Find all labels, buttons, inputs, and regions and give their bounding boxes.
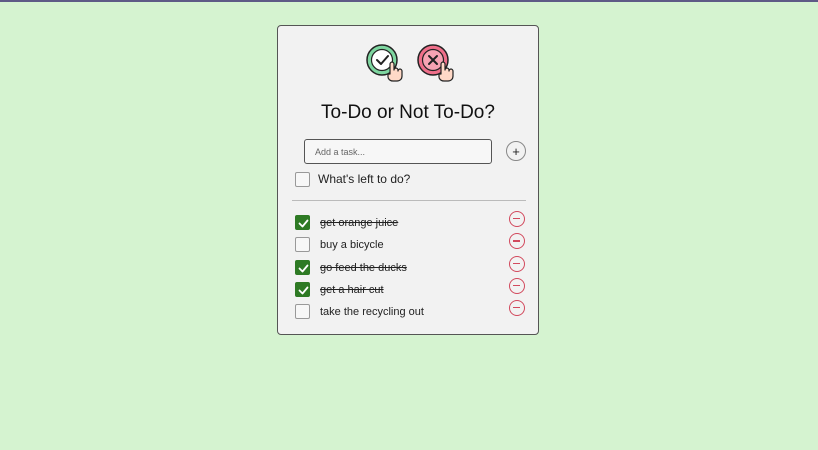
task-label: get a hair cut [320, 283, 384, 296]
check-hand-icon [366, 44, 403, 82]
task-checkbox[interactable] [295, 281, 310, 297]
task-row: get a hair cut [278, 277, 538, 300]
task-row: get orange juice [278, 211, 538, 233]
todo-card: To-Do or Not To-Do? + What's left to do?… [277, 25, 539, 335]
task-checkbox[interactable] [295, 304, 310, 320]
task-row: go feed the ducks [278, 255, 538, 278]
checkmark-icon [298, 264, 309, 272]
task-checkbox[interactable] [295, 237, 310, 253]
toggle-all-checkbox[interactable] [295, 172, 310, 187]
remove-task-button[interactable] [509, 211, 525, 227]
add-task-input[interactable] [304, 139, 492, 164]
task-label: get orange juice [320, 217, 399, 229]
task-row: buy a bicycle [278, 233, 538, 255]
task-checkbox[interactable] [295, 259, 310, 275]
checkmark-icon [298, 286, 309, 295]
task-checkbox[interactable] [295, 215, 310, 230]
app-title: To-Do or Not To-Do? [321, 102, 495, 123]
task-label: take the recycling out [320, 306, 424, 319]
remove-task-button[interactable] [509, 255, 525, 272]
top-accent-bar [0, 0, 818, 2]
checkmark-icon [298, 219, 309, 228]
remove-task-button[interactable] [509, 233, 525, 250]
toggle-all-label: What's left to do? [318, 172, 411, 186]
task-label: go feed the ducks [320, 261, 407, 274]
remove-task-button[interactable] [509, 300, 525, 317]
divider [292, 200, 526, 201]
remove-task-button[interactable] [509, 277, 525, 294]
task-label: buy a bicycle [320, 239, 384, 252]
task-row: take the recycling out [278, 300, 538, 322]
cross-hand-icon [417, 44, 454, 82]
add-task-button[interactable]: + [506, 141, 526, 161]
